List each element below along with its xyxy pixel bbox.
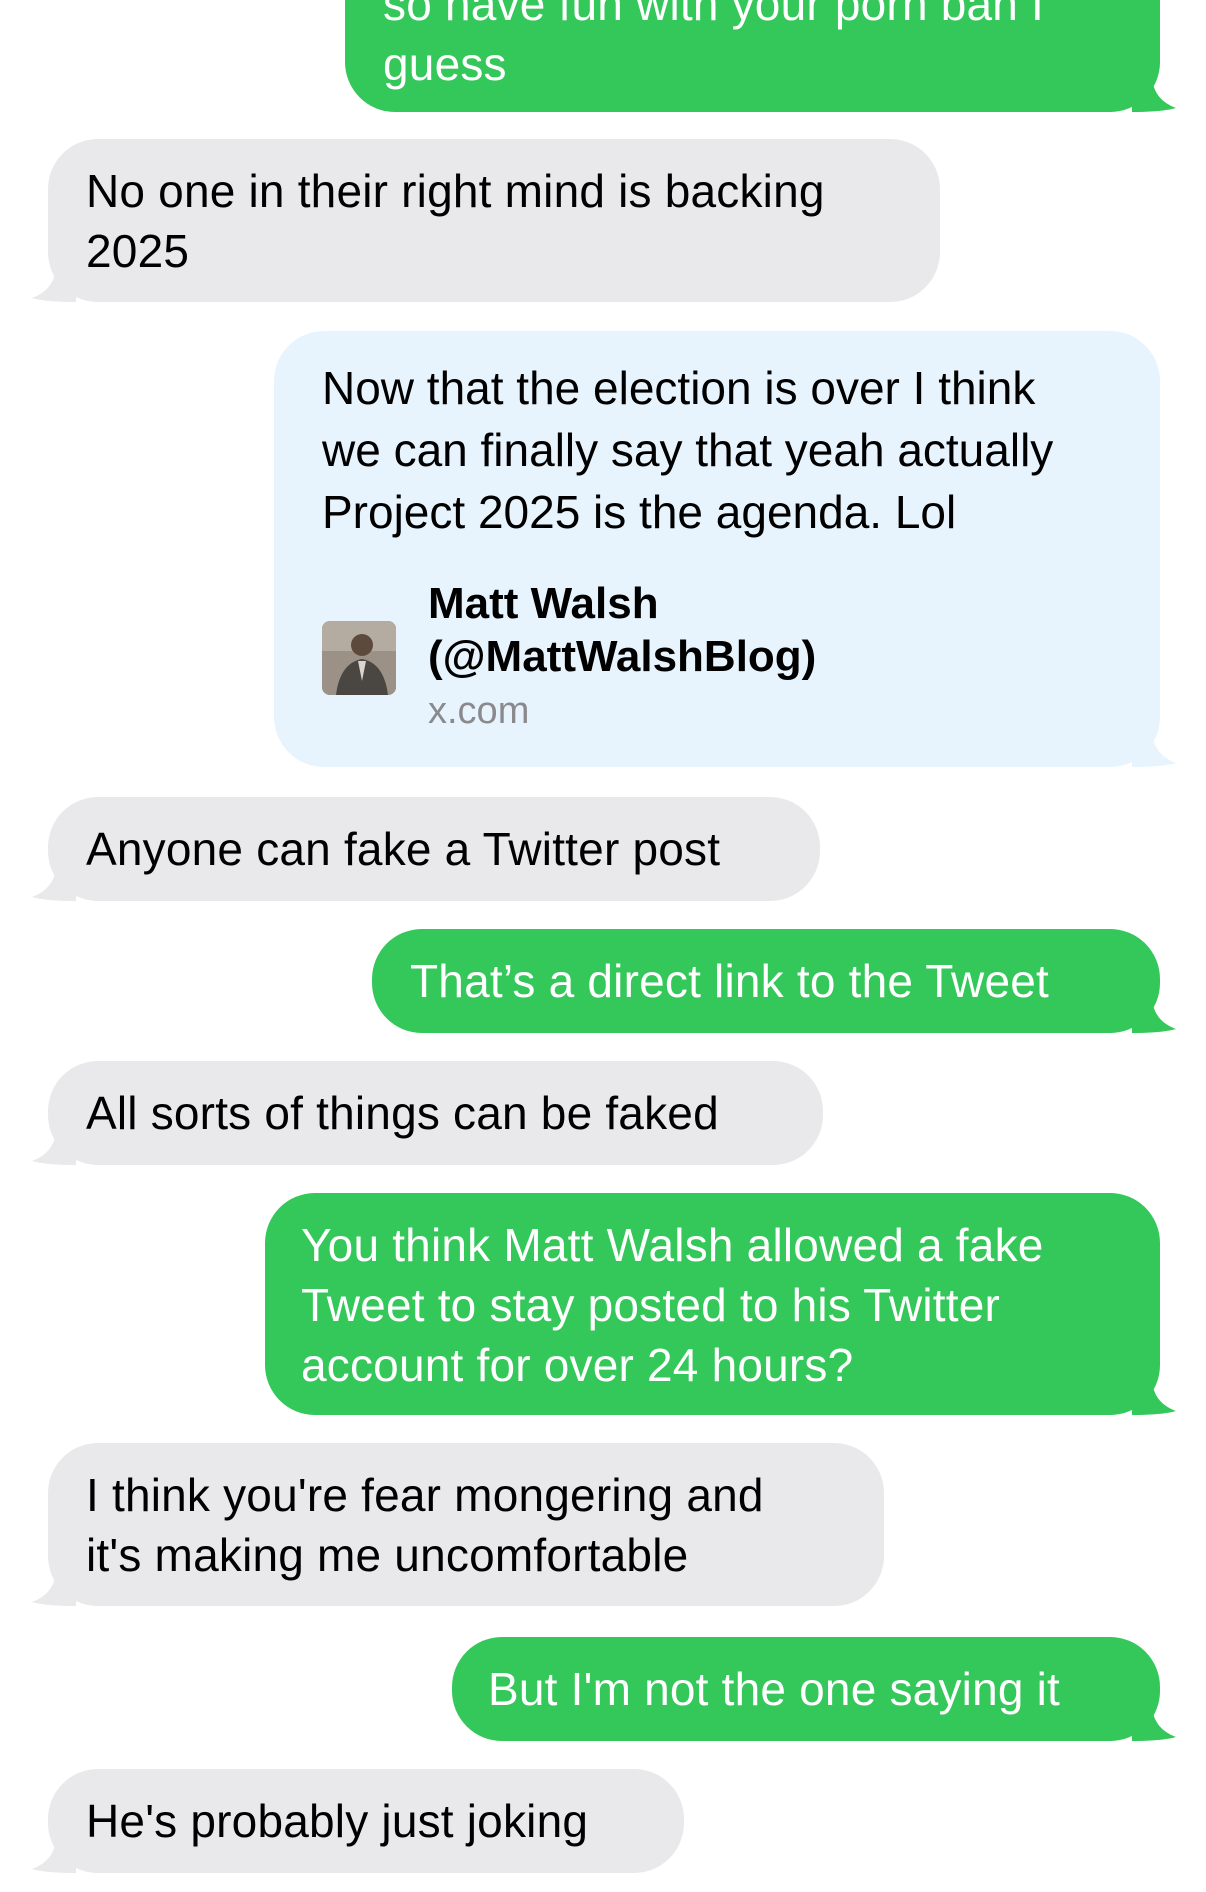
bubble-tail-icon <box>32 268 76 302</box>
message-bubble-outgoing[interactable]: But I'm not the one saying it <box>452 1637 1176 1741</box>
message-text: That’s a direct link to the Tweet <box>410 955 1050 1007</box>
message-text: All sorts of things can be faked <box>86 1087 719 1139</box>
message-bubble-outgoing[interactable]: so have fun with your porn ban I guess <box>345 0 1176 112</box>
bubble-tail-icon <box>32 1131 76 1165</box>
bubble-tail-icon <box>1132 999 1176 1033</box>
bubble-tail-icon <box>1132 1707 1176 1741</box>
bubble-tail-icon <box>1132 1381 1176 1415</box>
preview-domain: x.com <box>428 690 530 732</box>
message-text: Now that the election is over I think we… <box>322 362 1054 538</box>
message-bubble-incoming[interactable]: No one in their right mind is backing 20… <box>32 139 940 302</box>
preview-title: Matt Walsh (@MattWalshBlog) <box>428 579 817 681</box>
message-bubble-outgoing[interactable]: That’s a direct link to the Tweet <box>372 929 1176 1033</box>
message-text: No one in their right mind is backing 20… <box>86 165 825 277</box>
message-text: But I'm not the one saying it <box>488 1663 1061 1715</box>
message-bubble-incoming[interactable]: He's probably just joking <box>32 1769 684 1873</box>
message-text: You think Matt Walsh allowed a fake Twee… <box>301 1219 1044 1391</box>
message-bubble-incoming[interactable]: I think you're fear mongering and it's m… <box>32 1443 884 1606</box>
message-text: Anyone can fake a Twitter post <box>86 823 721 875</box>
profile-photo-icon <box>322 621 396 695</box>
bubble-tail-icon <box>32 867 76 901</box>
message-bubble-outgoing[interactable]: You think Matt Walsh allowed a fake Twee… <box>265 1193 1176 1415</box>
message-text: so have fun with your porn ban I guess <box>383 0 1045 90</box>
message-bubble-incoming[interactable]: All sorts of things can be faked <box>32 1061 823 1165</box>
message-text: He's probably just joking <box>86 1795 589 1847</box>
bubble-tail-icon <box>32 1572 76 1606</box>
bubble-tail-icon <box>32 1839 76 1873</box>
bubble-tail-icon <box>1132 733 1176 767</box>
bubble-tail-icon <box>1132 78 1176 112</box>
link-preview-bubble[interactable]: Now that the election is over I think we… <box>274 331 1176 767</box>
message-bubble-incoming[interactable]: Anyone can fake a Twitter post <box>32 797 820 901</box>
message-text: I think you're fear mongering and it's m… <box>86 1469 764 1581</box>
